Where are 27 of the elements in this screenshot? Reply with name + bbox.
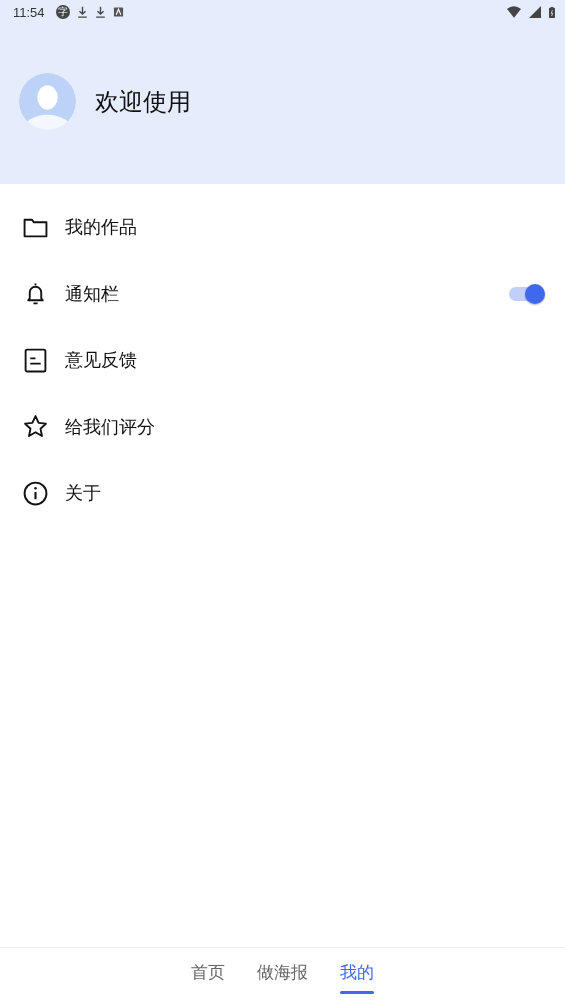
nav-tab[interactable]: 首页 xyxy=(191,948,225,1004)
menu-item[interactable]: 给我们评分 xyxy=(0,393,565,460)
welcome-title: 欢迎使用 xyxy=(95,86,191,118)
menu-label: 通知栏 xyxy=(65,281,120,306)
app-icon xyxy=(112,6,124,18)
notification-toggle[interactable] xyxy=(509,286,543,301)
download-icon xyxy=(94,6,106,18)
info-icon xyxy=(23,480,48,506)
menu-item[interactable]: 意见反馈 xyxy=(0,327,565,394)
battery-icon xyxy=(549,5,555,19)
menu-label: 我的作品 xyxy=(65,215,138,240)
signal-icon xyxy=(528,6,542,18)
menu-item[interactable]: 关于 xyxy=(0,460,565,527)
menu-item[interactable]: 通知栏 xyxy=(0,260,565,327)
wifi-icon xyxy=(507,6,521,18)
status-time: 11:54 xyxy=(13,4,45,20)
avatar xyxy=(19,73,76,130)
menu-item[interactable]: 我的作品 xyxy=(0,194,565,261)
document-icon xyxy=(23,347,48,373)
menu-label: 给我们评分 xyxy=(65,414,156,439)
status-badge: 字 xyxy=(55,5,70,19)
nav-tab[interactable]: 我的 xyxy=(340,948,374,1004)
menu-label: 关于 xyxy=(65,481,102,506)
menu-label: 意见反馈 xyxy=(65,348,138,373)
download-icon xyxy=(76,6,88,18)
nav-tab[interactable]: 做海报 xyxy=(257,948,308,1004)
star-icon xyxy=(23,414,48,440)
